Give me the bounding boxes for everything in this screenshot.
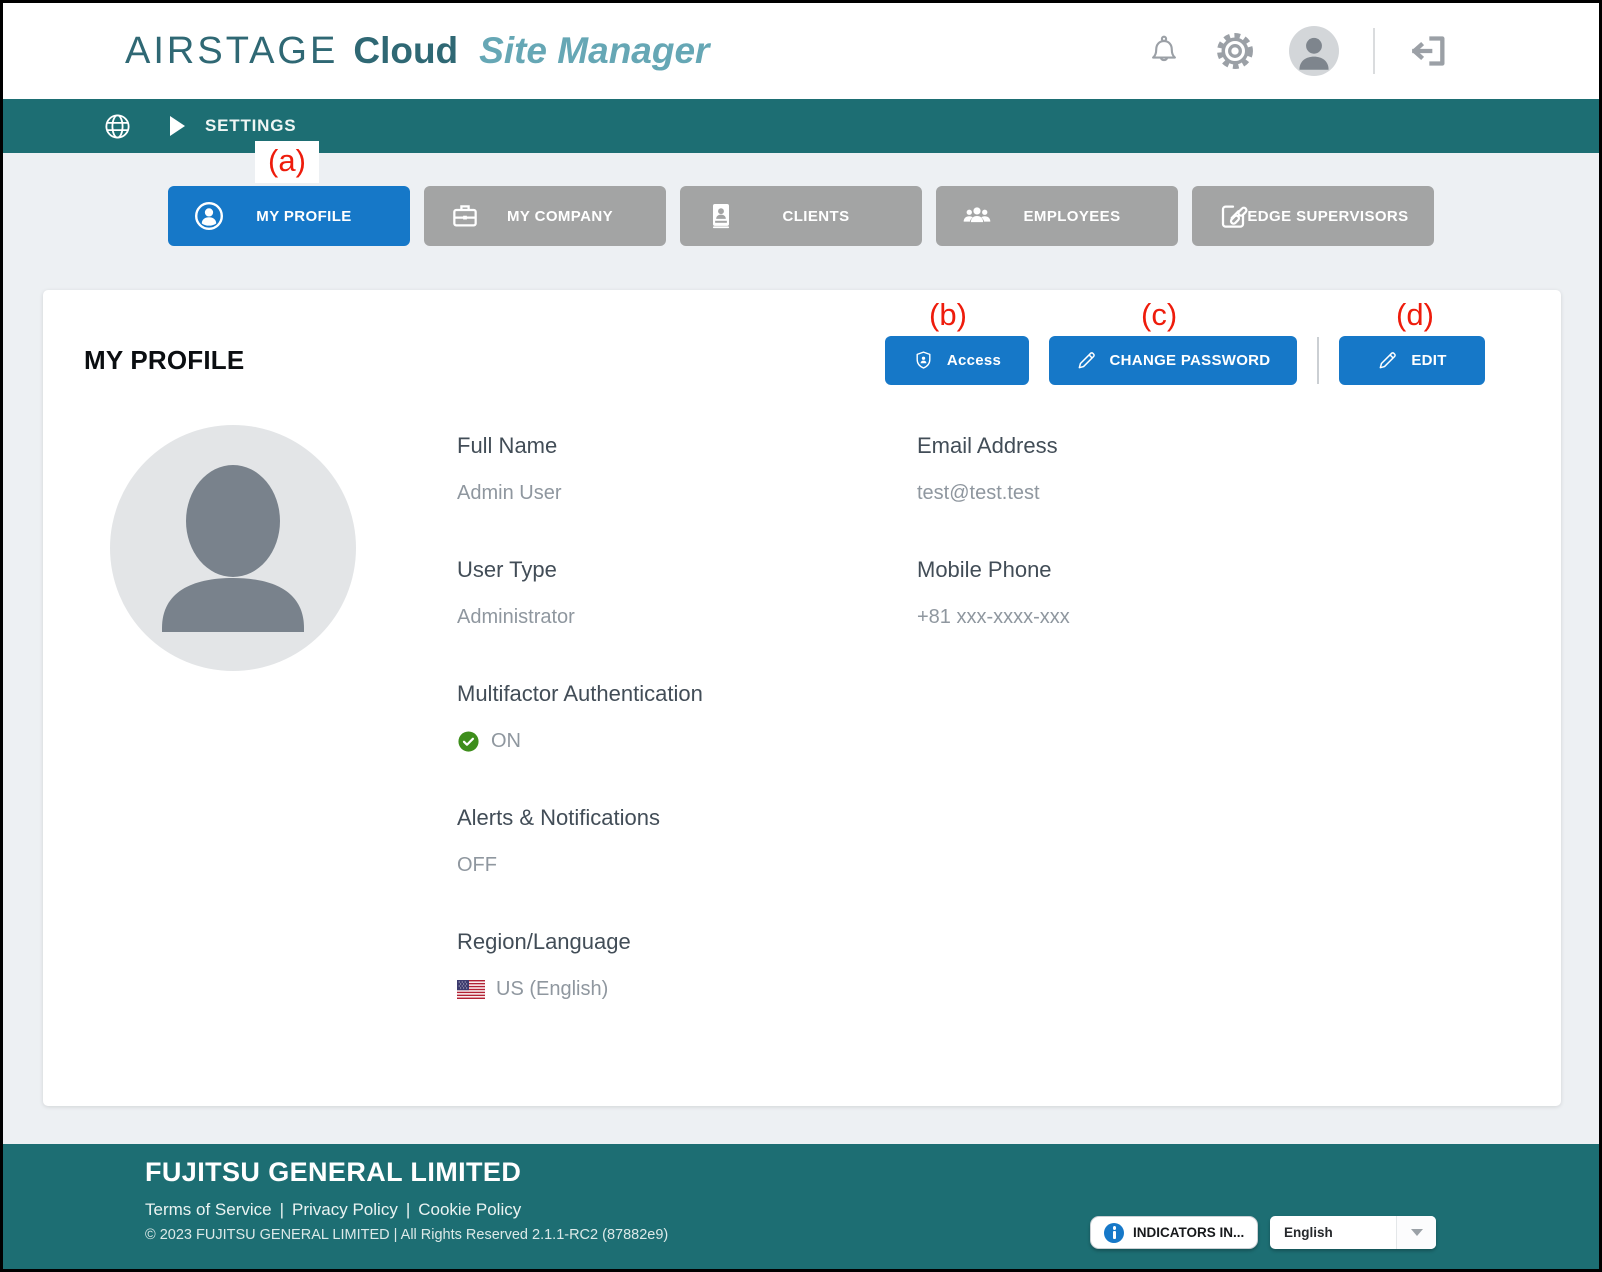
tab-my-profile[interactable]: MY PROFILE xyxy=(168,186,410,246)
field-value: Admin User xyxy=(457,480,897,506)
change-password-button[interactable]: CHANGE PASSWORD xyxy=(1049,336,1297,385)
edit-button[interactable]: EDIT xyxy=(1339,336,1485,385)
edit-button-label: EDIT xyxy=(1411,352,1446,369)
cookie-policy-link[interactable]: Cookie Policy xyxy=(418,1200,521,1219)
field-value: +81 xxx-xxxx-xxx xyxy=(917,604,1357,630)
field-value: ON xyxy=(457,728,897,754)
breadcrumb-settings[interactable]: SETTINGS xyxy=(205,116,296,136)
field-label: Multifactor Authentication xyxy=(457,680,897,707)
page-footer: FUJITSU GENERAL LIMITED Terms of Service… xyxy=(3,1144,1599,1269)
us-flag-icon xyxy=(457,980,485,999)
indicators-info-button[interactable]: INDICATORS IN... xyxy=(1090,1216,1258,1249)
field-label: Email Address xyxy=(917,432,1357,459)
field-label: Region/Language xyxy=(457,928,897,955)
pencil-icon xyxy=(1076,350,1097,371)
tab-employees[interactable]: EMPLOYEES xyxy=(936,186,1178,246)
check-circle-icon xyxy=(457,730,480,753)
bell-icon[interactable] xyxy=(1147,33,1181,69)
footer-company: FUJITSU GENERAL LIMITED xyxy=(145,1157,1599,1188)
shield-person-icon xyxy=(913,349,934,372)
card-header: MY PROFILE Access xyxy=(43,290,1561,385)
tab-label: MY PROFILE xyxy=(226,208,351,225)
indicators-button-label: INDICATORS IN... xyxy=(1133,1225,1244,1240)
app-logo: AIRSTAGE Cloud Site Manager xyxy=(125,30,709,73)
logout-icon[interactable] xyxy=(1409,31,1449,71)
field-value: OFF xyxy=(457,852,897,878)
tab-my-company[interactable]: MY COMPANY xyxy=(424,186,666,246)
page-title: MY PROFILE xyxy=(84,345,244,376)
tab-label: EMPLOYEES xyxy=(994,208,1121,225)
mfa-status: ON xyxy=(491,728,521,754)
brand-site-manager: Site Manager xyxy=(479,30,709,72)
tab-label: CLIENTS xyxy=(753,208,850,225)
app-header: AIRSTAGE Cloud Site Manager xyxy=(3,3,1599,99)
access-button-label: Access xyxy=(947,352,1001,369)
brand-airstage: AIRSTAGE xyxy=(125,30,338,73)
breadcrumb-arrow-icon xyxy=(170,116,185,136)
field-mfa: Multifactor Authentication ON xyxy=(457,680,897,754)
person-circle-icon xyxy=(193,200,225,232)
annotation-c: (c) xyxy=(1141,296,1177,333)
user-avatar[interactable] xyxy=(1289,26,1339,76)
breadcrumb-bar: SETTINGS xyxy=(3,99,1599,153)
field-mobile-phone: Mobile Phone +81 xxx-xxxx-xxx xyxy=(917,556,1357,630)
annotation-a: (a) xyxy=(255,141,319,183)
field-region-language: Region/Language xyxy=(457,928,897,1002)
brand-cloud: Cloud xyxy=(353,30,458,72)
annotation-b: (b) xyxy=(929,296,967,333)
profile-fields-right: Email Address test@test.test Mobile Phon… xyxy=(917,432,1357,680)
change-password-button-label: CHANGE PASSWORD xyxy=(1110,352,1271,369)
field-label: Mobile Phone xyxy=(917,556,1357,583)
field-label: Full Name xyxy=(457,432,897,459)
terms-of-service-link[interactable]: Terms of Service xyxy=(145,1200,272,1219)
region-language-value: US (English) xyxy=(496,976,608,1002)
tab-clients[interactable]: CLIENTS xyxy=(680,186,922,246)
annotation-d: (d) xyxy=(1396,296,1434,333)
pencil-icon xyxy=(1377,350,1398,371)
briefcase-icon xyxy=(449,200,481,232)
field-value: US (English) xyxy=(457,976,897,1002)
profile-fields-left: Full Name Admin User User Type Administr… xyxy=(457,432,897,1052)
profile-avatar xyxy=(110,425,356,671)
link-square-icon xyxy=(1217,200,1249,232)
access-button[interactable]: Access xyxy=(885,336,1029,385)
field-email: Email Address test@test.test xyxy=(917,432,1357,506)
header-divider xyxy=(1373,28,1375,74)
tab-edge-supervisors[interactable]: EDGE SUPERVISORS xyxy=(1192,186,1434,246)
field-alerts: Alerts & Notifications OFF xyxy=(457,804,897,878)
privacy-policy-link[interactable]: Privacy Policy xyxy=(292,1200,398,1219)
link-separator: | xyxy=(280,1200,284,1219)
tab-bar: MY PROFILE MY COMPANY xyxy=(168,186,1599,246)
action-buttons: Access CHANGE PASSWORD xyxy=(885,336,1485,385)
link-separator: | xyxy=(406,1200,410,1219)
button-divider xyxy=(1317,337,1319,384)
tab-label: MY COMPANY xyxy=(477,208,613,225)
info-icon xyxy=(1104,1223,1124,1243)
airstage-site-manager-window: AIRSTAGE Cloud Site Manager xyxy=(0,0,1602,1272)
field-value: Administrator xyxy=(457,604,897,630)
field-full-name: Full Name Admin User xyxy=(457,432,897,506)
field-user-type: User Type Administrator xyxy=(457,556,897,630)
language-select[interactable]: English xyxy=(1270,1216,1436,1249)
field-label: Alerts & Notifications xyxy=(457,804,897,831)
my-profile-card: (b) (c) (d) MY PROFILE Access xyxy=(43,290,1561,1106)
header-icon-group xyxy=(1147,26,1449,76)
chevron-down-icon xyxy=(1411,1229,1423,1236)
field-label: User Type xyxy=(457,556,897,583)
language-select-value: English xyxy=(1270,1225,1396,1240)
gear-icon[interactable] xyxy=(1213,29,1257,73)
dropdown-arrow-box xyxy=(1396,1216,1436,1249)
id-badge-icon xyxy=(705,200,737,232)
people-group-icon xyxy=(961,200,993,232)
field-value: test@test.test xyxy=(917,480,1357,506)
globe-icon[interactable] xyxy=(103,112,132,141)
